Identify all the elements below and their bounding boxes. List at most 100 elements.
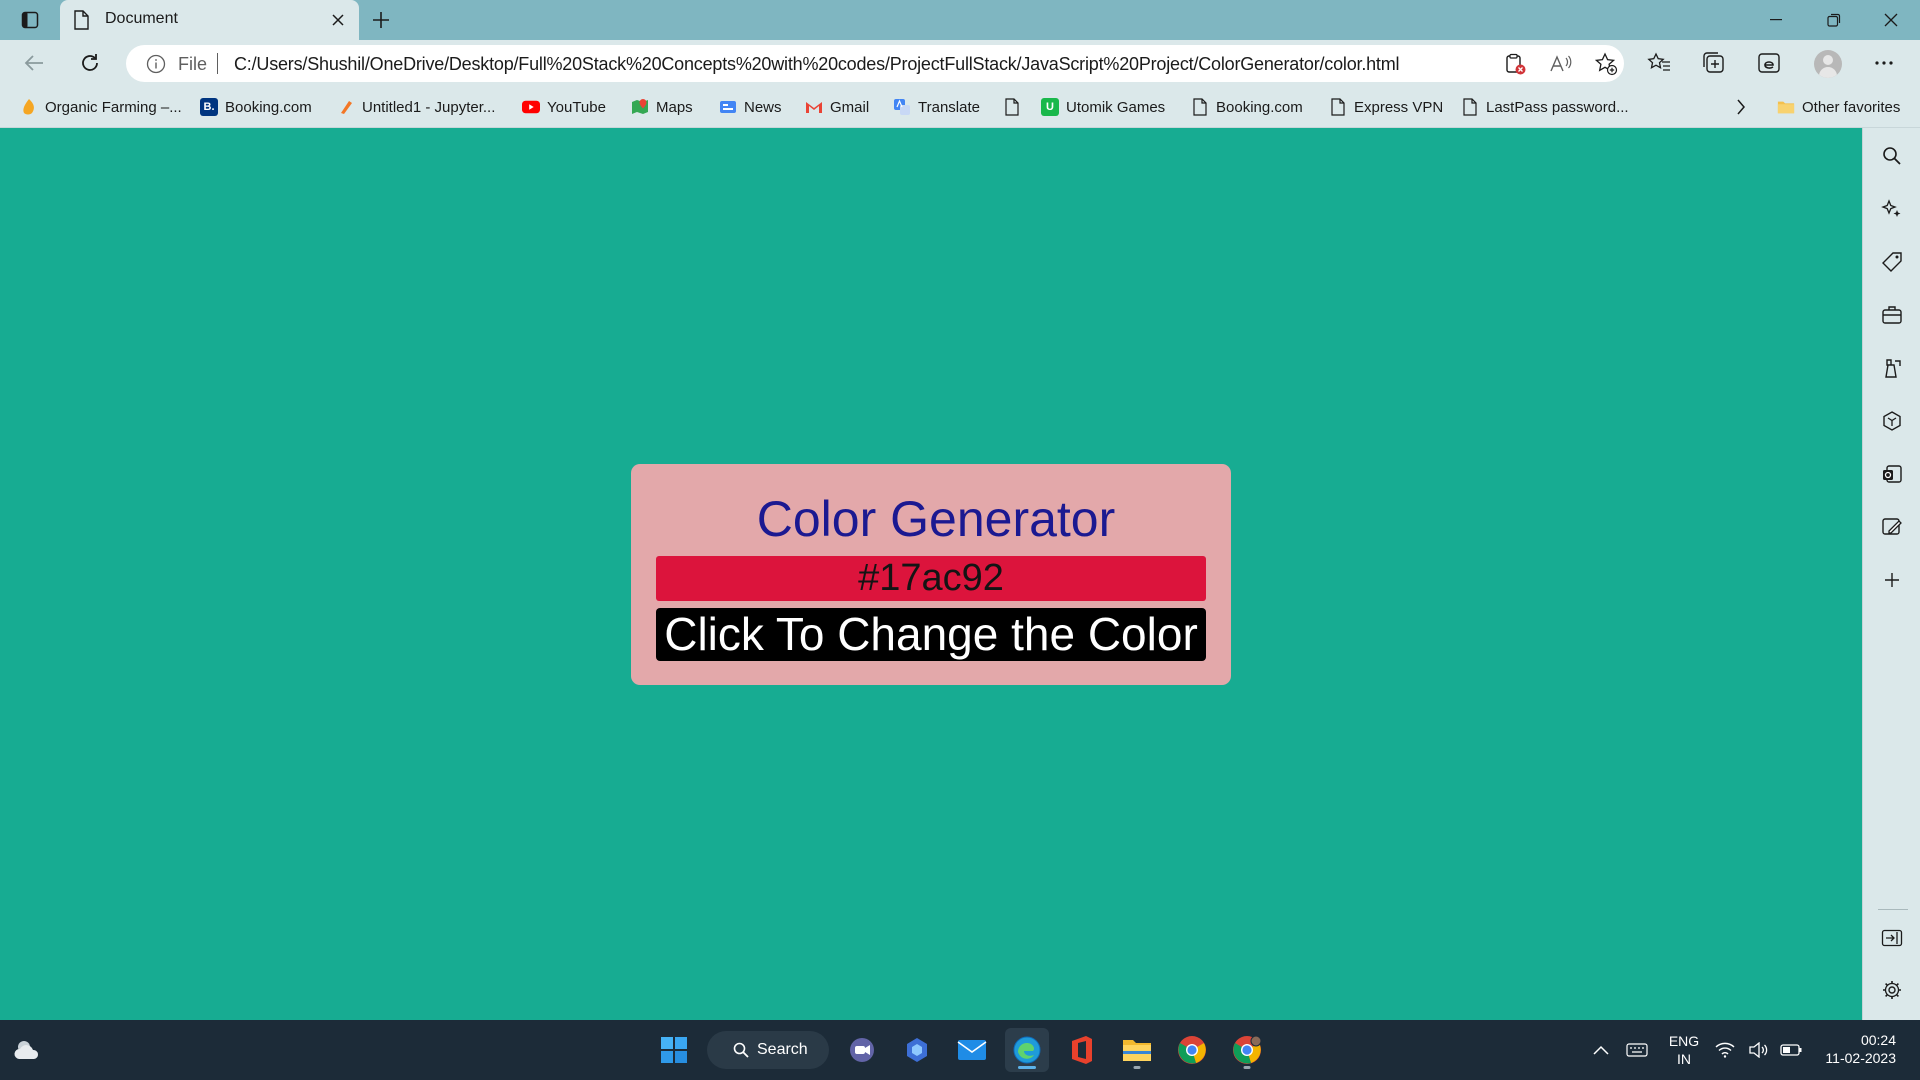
weather-icon[interactable] [6,1028,50,1072]
favorite-label: Translate [918,98,980,116]
favorite-item[interactable]: Maps [631,95,693,119]
more-options-icon[interactable] [1866,46,1902,80]
minimize-icon[interactable] [1747,0,1805,40]
chrome-profile-icon[interactable] [1225,1028,1269,1072]
document-icon [73,10,89,30]
address-separator [217,53,218,74]
internet-explorer-mode-icon[interactable] [1751,46,1787,80]
shopping-tag-icon[interactable] [1874,245,1910,279]
tab-actions-icon[interactable] [14,7,46,33]
active-indicator [1018,1066,1036,1069]
gmail-icon [805,98,823,116]
keyboard-icon[interactable] [1616,1028,1658,1072]
file-explorer-icon[interactable] [1115,1028,1159,1072]
maps-icon [631,98,649,116]
favorite-item[interactable] [1003,95,1021,119]
more-favorites-chevron-icon[interactable] [1736,95,1746,119]
favorites-bar: Organic Farming –... B. Booking.com Unti… [0,86,1920,128]
jupyter-icon [337,98,355,116]
back-icon[interactable] [16,46,52,80]
running-indicator [1243,1066,1251,1069]
favorite-label: LastPass password... [1486,98,1629,116]
clock-time: 00:24 [1860,1032,1896,1048]
blocked-popup-icon[interactable] [1502,51,1528,77]
taskbar-search[interactable]: Search [707,1031,829,1069]
add-sidebar-app-icon[interactable] [1874,563,1910,597]
favorite-label: Gmail [830,98,870,116]
chrome-icon[interactable] [1170,1028,1214,1072]
navigation-bar: File C:/Users/Shushil/OneDrive/Desktop/F… [0,40,1920,86]
favorite-item[interactable]: Gmail [805,95,869,119]
translate-icon [893,98,911,116]
favorite-item[interactable]: Booking.com [1191,95,1303,119]
copilot-sparkle-icon[interactable] [1874,192,1910,226]
page-icon [1329,98,1347,116]
sidebar-settings-gear-icon[interactable] [1874,973,1910,1007]
page-icon [1461,98,1479,116]
favorite-label: Maps [656,98,693,116]
news-icon [719,98,737,116]
favorite-item[interactable]: Express VPN [1329,95,1443,119]
region-code: IN [1677,1051,1691,1067]
add-favorite-icon[interactable] [1593,51,1619,77]
folder-icon [1777,98,1795,116]
profile-avatar[interactable] [1814,50,1842,78]
restore-icon[interactable] [1805,0,1863,40]
clock[interactable]: 00:24 11-02-2023 [1816,1031,1896,1067]
info-icon[interactable] [146,54,166,74]
wifi-icon[interactable] [1708,1028,1742,1072]
page-icon [1003,98,1021,116]
close-window-icon[interactable] [1862,0,1920,40]
change-color-button[interactable]: Click To Change the Color [656,608,1206,661]
favorite-item[interactable]: Organic Farming –... [20,95,182,119]
start-windows-icon[interactable] [652,1028,696,1072]
teams-chat-icon[interactable] [840,1028,884,1072]
drop-icon[interactable] [1874,510,1910,544]
mail-icon[interactable] [950,1028,994,1072]
new-tab-icon[interactable] [366,6,396,34]
favorite-item[interactable]: LastPass password... [1461,95,1629,119]
favorite-item[interactable]: B. Booking.com [200,95,312,119]
sidebar-divider [1878,909,1908,910]
tools-briefcase-icon[interactable] [1874,298,1910,332]
favorites-icon[interactable] [1641,46,1677,80]
outlook-icon[interactable] [1874,457,1910,491]
windows-taskbar: Search ENG IN 00:24 11-02-2023 [0,1020,1920,1080]
tab-title: Document [105,10,178,27]
games-icon[interactable] [1874,351,1910,385]
input-language[interactable]: ENG IN [1660,1032,1708,1068]
title-bar: Document [0,0,1920,40]
url-text[interactable]: C:/Users/Shushil/OneDrive/Desktop/Full%2… [234,54,1400,75]
utomik-icon: U [1041,98,1059,116]
search-icon[interactable] [1874,139,1910,173]
favorite-item[interactable]: YouTube [522,95,606,119]
favorite-item[interactable]: U Utomik Games [1041,95,1165,119]
volume-icon[interactable] [1742,1028,1776,1072]
edge-taskbar-icon[interactable] [1005,1028,1049,1072]
microsoft-365-icon[interactable] [1874,404,1910,438]
search-icon [733,1042,749,1058]
read-aloud-icon[interactable] [1548,51,1574,77]
tab-close-icon[interactable] [327,9,349,31]
color-generator-card: Color Generator #17ac92 Click To Change … [631,464,1231,685]
copilot-icon[interactable] [895,1028,939,1072]
address-bar[interactable]: File C:/Users/Shushil/OneDrive/Desktop/F… [126,45,1624,82]
favorite-label: Utomik Games [1066,98,1166,116]
favorite-label: YouTube [547,98,606,116]
favorite-label: Untitled1 - Jupyter... [362,98,496,116]
refresh-icon[interactable] [72,46,108,80]
hide-sidebar-icon[interactable] [1874,921,1910,955]
color-code-display: #17ac92 [656,556,1206,601]
favorite-item[interactable]: Translate [893,95,980,119]
scheme-label: File [178,54,208,74]
browser-tab[interactable]: Document [60,0,359,40]
language-code: ENG [1668,1033,1700,1049]
favorite-item[interactable]: News [719,95,782,119]
other-favorites[interactable]: Other favorites [1777,95,1900,119]
edge-sidebar [1862,128,1920,1020]
battery-icon[interactable] [1774,1028,1808,1072]
office-icon[interactable] [1060,1028,1104,1072]
collections-icon[interactable] [1696,46,1732,80]
favorite-item[interactable]: Untitled1 - Jupyter... [337,95,495,119]
favorite-label: Organic Farming –... [45,98,182,116]
